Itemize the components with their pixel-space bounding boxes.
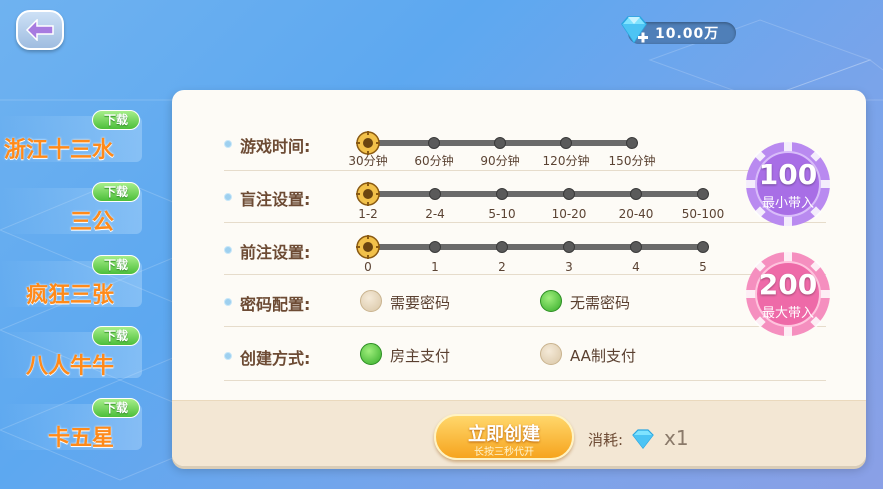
max-buyin-value: 200 bbox=[758, 268, 818, 301]
slider-stop[interactable] bbox=[630, 188, 642, 200]
slider-stop[interactable] bbox=[429, 241, 441, 253]
min-buyin-value: 100 bbox=[758, 158, 818, 191]
min-buyin-chip: 100 最小带入 bbox=[744, 140, 832, 228]
bullet-icon bbox=[224, 298, 232, 306]
max-buyin-caption: 最大带入 bbox=[761, 306, 814, 321]
slider-tick-label: 3 bbox=[565, 260, 573, 274]
slider-stop[interactable] bbox=[697, 188, 709, 200]
slider-knob[interactable] bbox=[356, 182, 380, 206]
radio-label: 房主支付 bbox=[390, 347, 451, 365]
radio-label: 需要密码 bbox=[390, 294, 451, 312]
slider-tick-label: 30分钟 bbox=[348, 154, 388, 168]
ante-slider[interactable] bbox=[362, 244, 702, 250]
slider-knob[interactable] bbox=[356, 235, 380, 259]
cost-multiplier: x1 bbox=[664, 426, 689, 450]
slider-stop[interactable] bbox=[563, 241, 575, 253]
slider-tick-label: 90分钟 bbox=[480, 154, 520, 168]
slider-tick-label: 4 bbox=[632, 260, 640, 274]
sidebar-item-fengkuang[interactable]: 下载 疯狂三张 bbox=[0, 255, 142, 308]
bullet-icon bbox=[224, 193, 232, 201]
download-badge[interactable]: 下载 bbox=[92, 182, 140, 202]
slider-tick-label: 150分钟 bbox=[608, 154, 656, 168]
create-button-sublabel: 长按三秒代开 bbox=[474, 447, 534, 458]
slider-stop[interactable] bbox=[496, 241, 508, 253]
slider-stop[interactable] bbox=[496, 188, 508, 200]
password-label: 密码配置: bbox=[240, 295, 311, 314]
slider-tick-label: 2 bbox=[498, 260, 506, 274]
download-badge[interactable]: 下载 bbox=[92, 255, 140, 275]
sidebar-item-zhejiang-13[interactable]: 下载 浙江十三水 bbox=[0, 110, 142, 163]
slider-stop[interactable] bbox=[630, 241, 642, 253]
sidebar-item-bairen-niuniu[interactable]: 下载 八人牛牛 bbox=[0, 326, 142, 379]
slider-tick-label: 20-40 bbox=[618, 207, 654, 221]
create-mode-label: 创建方式: bbox=[240, 349, 311, 368]
slider-tick-label: 2-4 bbox=[425, 207, 445, 221]
radio-label: 无需密码 bbox=[570, 294, 631, 312]
blind-bet-slider[interactable] bbox=[362, 191, 702, 197]
slider-stop[interactable] bbox=[563, 188, 575, 200]
blind-bet-label: 盲注设置: bbox=[240, 190, 311, 209]
sidebar-item-label: 三公 bbox=[69, 210, 114, 235]
create-room-button[interactable]: 立即创建 长按三秒代开 bbox=[434, 414, 574, 460]
slider-stop[interactable] bbox=[428, 137, 440, 149]
bullet-icon bbox=[224, 140, 232, 148]
min-buyin-caption: 最小带入 bbox=[761, 196, 814, 211]
download-badge[interactable]: 下载 bbox=[92, 110, 140, 130]
slider-tick-label: 1-2 bbox=[358, 207, 378, 221]
slider-stop[interactable] bbox=[494, 137, 506, 149]
radio-need-password[interactable] bbox=[360, 290, 382, 312]
max-buyin-chip: 200 最大带入 bbox=[744, 250, 832, 338]
diamond-plus-icon[interactable] bbox=[616, 14, 652, 48]
sidebar-item-sangong[interactable]: 下载 三公 bbox=[0, 182, 142, 235]
back-arrow-icon bbox=[25, 19, 54, 41]
slider-tick-label: 5-10 bbox=[488, 207, 516, 221]
slider-tick-label: 10-20 bbox=[551, 207, 587, 221]
radio-aa-pay[interactable] bbox=[540, 343, 562, 365]
sidebar-item-label: 卡五星 bbox=[47, 426, 114, 451]
bullet-icon bbox=[224, 352, 232, 360]
slider-stop[interactable] bbox=[429, 188, 441, 200]
download-badge[interactable]: 下载 bbox=[92, 398, 140, 418]
ante-label: 前注设置: bbox=[240, 243, 311, 262]
slider-tick-label: 0 bbox=[364, 260, 372, 274]
diamond-icon bbox=[632, 429, 654, 449]
slider-stop[interactable] bbox=[626, 137, 638, 149]
slider-tick-label: 5 bbox=[699, 260, 707, 274]
back-button[interactable] bbox=[16, 10, 64, 50]
sidebar-item-label: 八人牛牛 bbox=[25, 354, 114, 379]
slider-tick-label: 60分钟 bbox=[414, 154, 454, 168]
sidebar-item-kawuxing[interactable]: 下载 卡五星 bbox=[0, 398, 142, 451]
sidebar-item-label: 浙江十三水 bbox=[3, 138, 114, 163]
sidebar-item-label: 疯狂三张 bbox=[25, 283, 114, 308]
download-badge[interactable]: 下载 bbox=[92, 326, 140, 346]
radio-no-password[interactable] bbox=[540, 290, 562, 312]
radio-host-pay[interactable] bbox=[360, 343, 382, 365]
slider-stop[interactable] bbox=[560, 137, 572, 149]
radio-label: AA制支付 bbox=[570, 347, 636, 365]
slider-tick-label: 1 bbox=[431, 260, 439, 274]
slider-tick-label: 120分钟 bbox=[542, 154, 590, 168]
cost-label: 消耗: bbox=[588, 431, 624, 449]
slider-stop[interactable] bbox=[697, 241, 709, 253]
bullet-icon bbox=[224, 246, 232, 254]
game-time-label: 游戏时间: bbox=[240, 137, 311, 156]
diamond-balance: 10.00万 bbox=[655, 26, 720, 42]
slider-tick-label: 50-100 bbox=[681, 207, 725, 221]
